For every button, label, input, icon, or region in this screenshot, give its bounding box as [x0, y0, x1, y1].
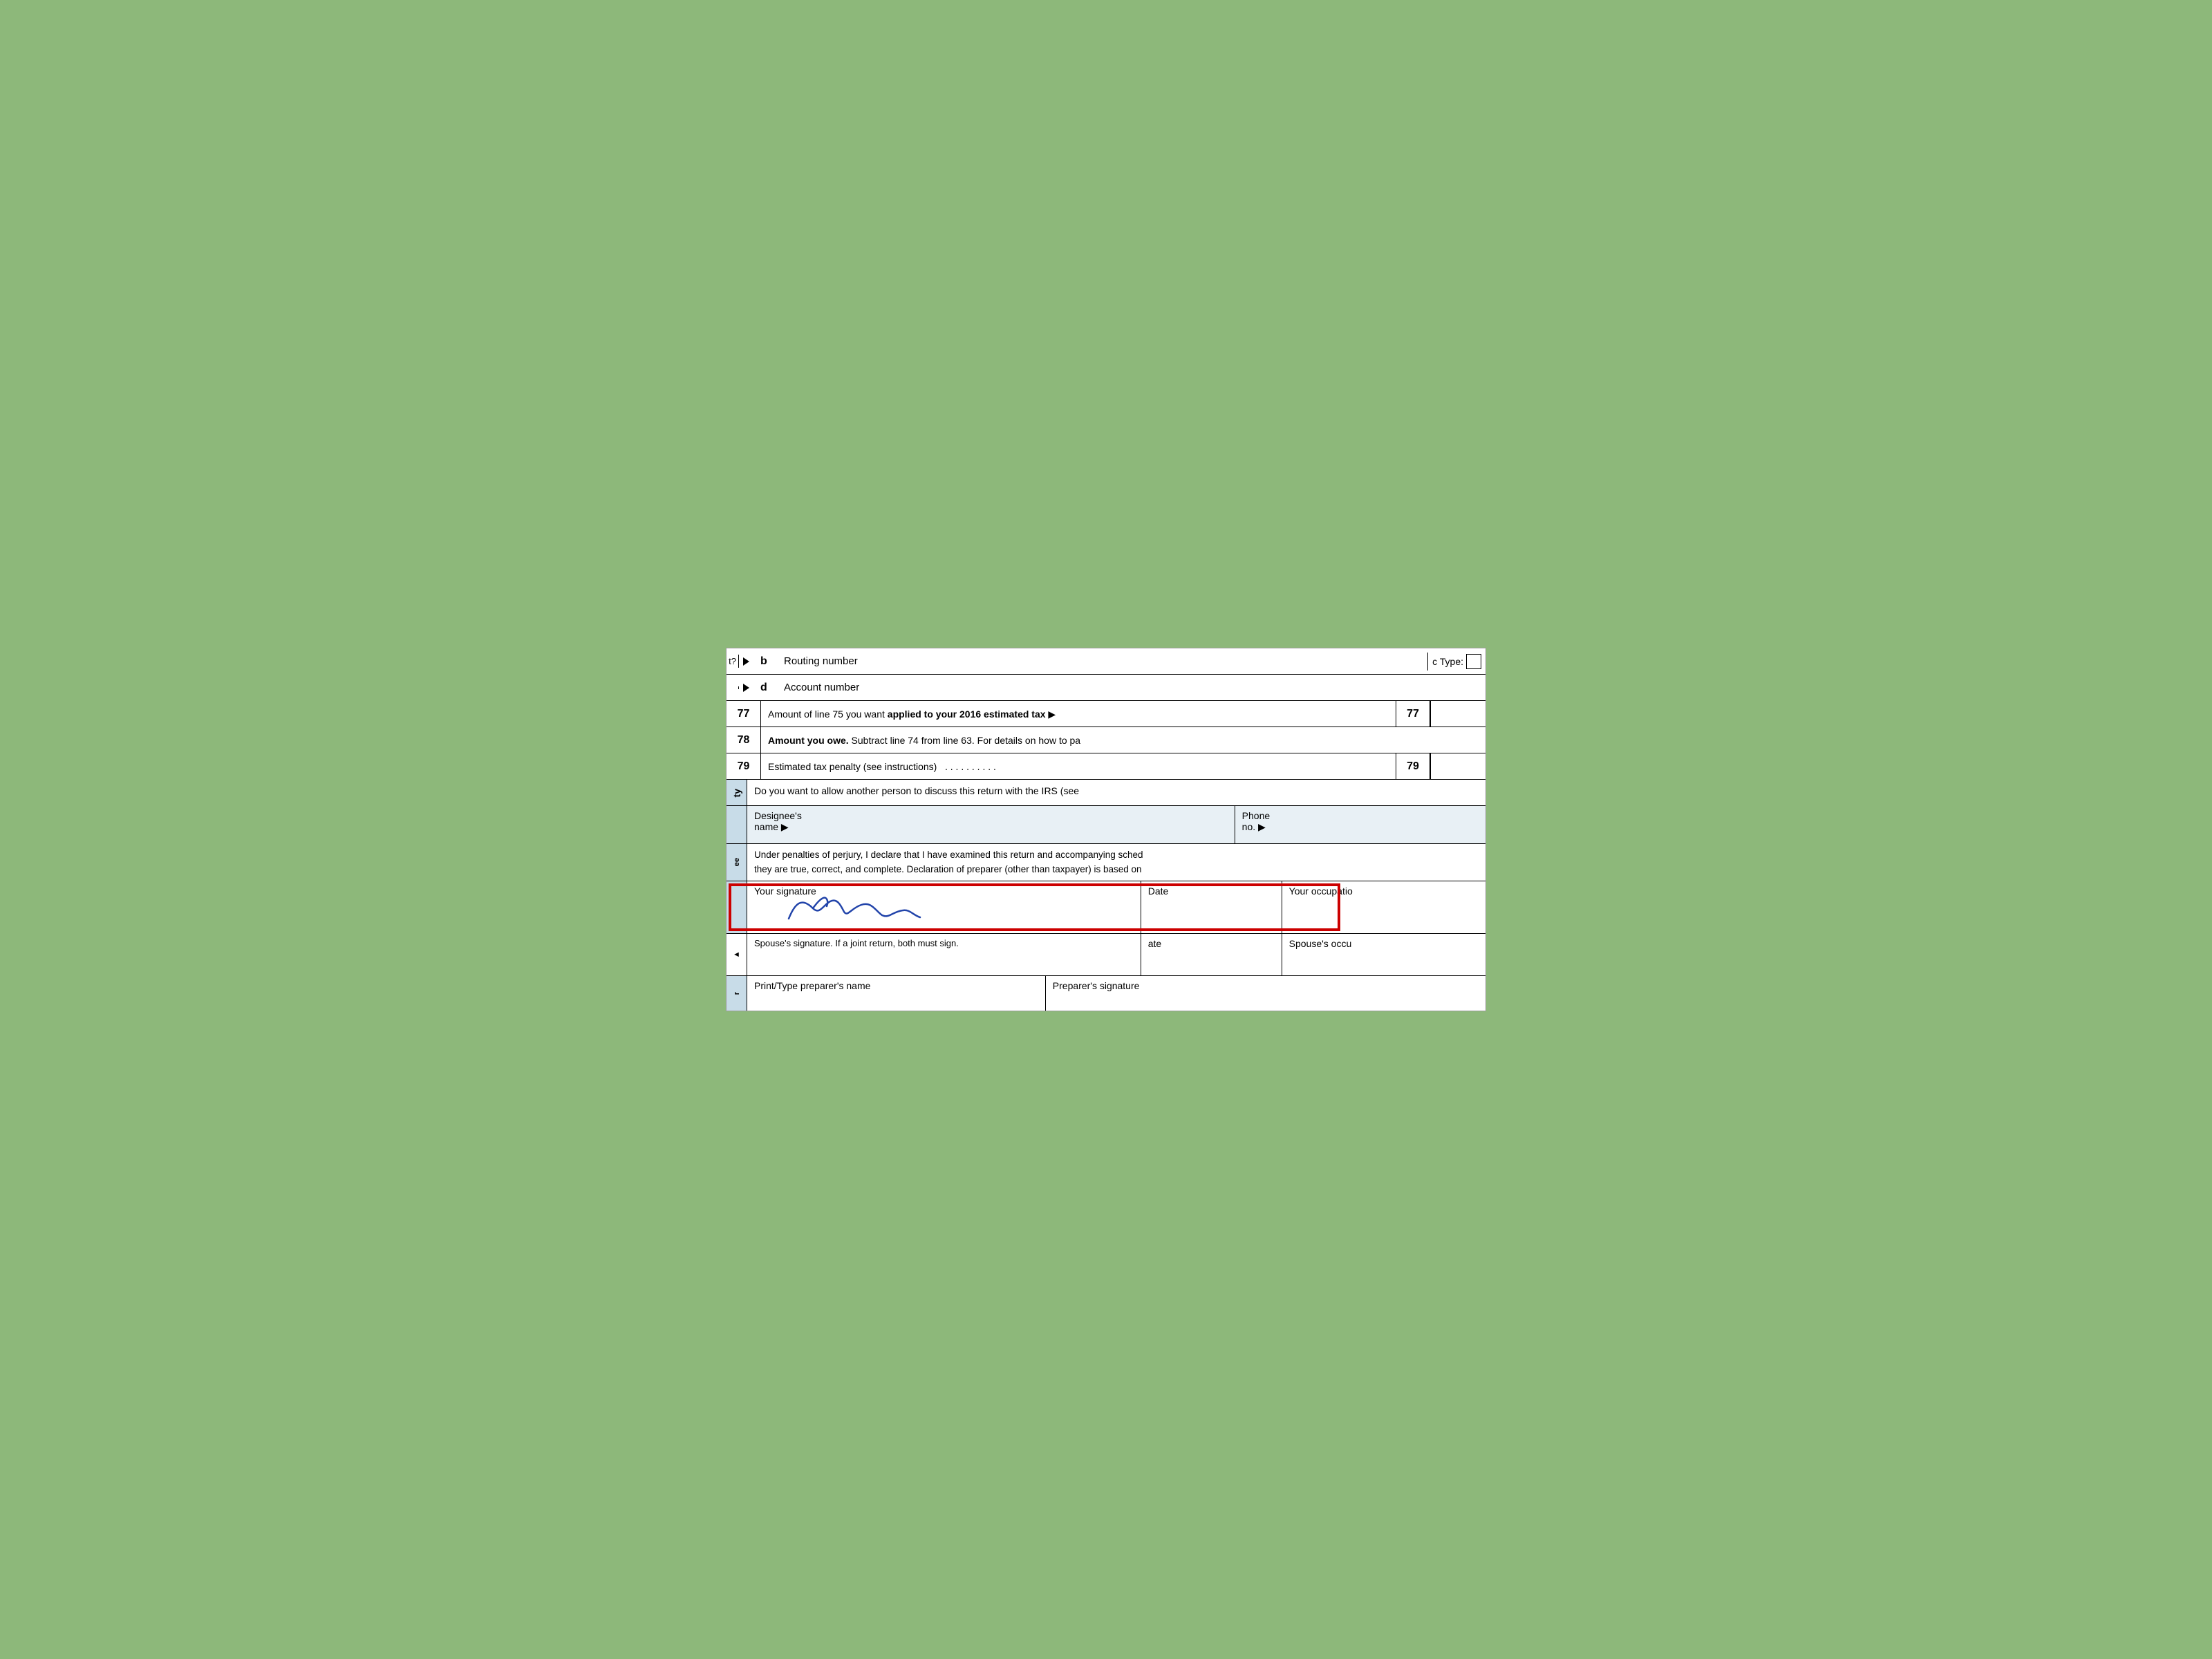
your-occupation-cell[interactable]: Your occupatio	[1282, 881, 1485, 933]
third-party-side-label: ty	[727, 780, 747, 805]
line-79-row: 79 Estimated tax penalty (see instructio…	[727, 753, 1485, 780]
line-79-desc: Estimated tax penalty (see instructions)…	[761, 753, 1396, 779]
spouse-occupation-cell[interactable]: Spouse's occu	[1282, 934, 1485, 975]
designee-arrow-icon: ▶	[781, 821, 789, 832]
designee-phone-label: Phoneno. ▶	[1242, 810, 1479, 833]
account-left-cut	[727, 686, 739, 689]
spouse-date-cell[interactable]: ate	[1141, 934, 1282, 975]
perjury-line1: Under penalties of perjury, I declare th…	[754, 848, 1479, 862]
occupation-label: Your occupatio	[1289, 885, 1353, 897]
line-77-text-start: Amount of line 75 you want applied to yo…	[768, 708, 1056, 720]
third-party-content: Do you want to allow another person to d…	[747, 780, 1485, 805]
line-78-desc: Amount you owe. Subtract line 74 from li…	[761, 727, 1485, 753]
tax-form: t? b Routing number	[726, 648, 1486, 1011]
line-78-bold: Amount you owe.	[768, 735, 849, 746]
line-78-row: 78 Amount you owe. Subtract line 74 from…	[727, 727, 1485, 753]
spouse-occ-label: Spouse's occu	[1289, 938, 1352, 949]
spouse-arrow-icon: ◄	[733, 950, 740, 959]
type-checkbox[interactable]	[1466, 654, 1481, 669]
line-77-bold: applied to your 2016 estimated tax	[888, 709, 1046, 720]
line-77-value[interactable]	[1430, 701, 1485, 727]
preparer-sig-label: Preparer's signature	[1053, 980, 1140, 991]
your-date-cell[interactable]: Date	[1141, 881, 1282, 933]
sign-side-label: ee	[727, 844, 747, 881]
spouse-date-label: ate	[1148, 938, 1161, 949]
type-label: c Type:	[1432, 656, 1463, 667]
line-77-num: 77	[727, 701, 761, 727]
third-party-row: ty Do you want to allow another person t…	[727, 780, 1485, 806]
spouse-signature-row: ◄ Spouse's signature. If a joint return,…	[727, 934, 1485, 976]
routing-label: Routing number	[777, 653, 1109, 670]
page-background: t? b Routing number	[0, 0, 2212, 1659]
spouse-side: ◄	[727, 934, 747, 975]
line-79-text: Estimated tax penalty (see instructions)…	[768, 760, 996, 773]
designee-name-label: Designee'sname ▶	[754, 810, 1228, 833]
account-arrow-icon	[743, 684, 749, 692]
spouse-sig-label: Spouse's signature. If a joint return, b…	[754, 938, 959, 948]
line-77-num-right: 77	[1396, 701, 1430, 727]
account-d-label: d	[756, 679, 777, 697]
account-label: Account number	[777, 679, 1098, 696]
preparer-name-cell[interactable]: Print/Type preparer's name	[747, 976, 1046, 1011]
arrow-icon	[743, 657, 749, 666]
routing-arrow	[739, 655, 756, 668]
line-78-text: Amount you owe. Subtract line 74 from li…	[768, 734, 1080, 747]
routing-number-row: t? b Routing number	[727, 648, 1485, 675]
line-79-num: 79	[727, 753, 761, 779]
line-79-num-right: 79	[1396, 753, 1430, 779]
line-77-row: 77 Amount of line 75 you want applied to…	[727, 701, 1485, 727]
your-signature-row: Your signature Date Your occupatio	[727, 881, 1485, 934]
your-sig-side	[727, 881, 747, 933]
perjury-text: Under penalties of perjury, I declare th…	[747, 844, 1485, 881]
designee-phone-cell[interactable]: Phoneno. ▶	[1235, 806, 1485, 843]
preparer-row: r Print/Type preparer's name Preparer's …	[727, 976, 1485, 1011]
account-arrow	[739, 681, 756, 695]
account-number-row: d Account number	[727, 675, 1485, 701]
signature-drawing	[782, 891, 934, 929]
perjury-header: ee Under penalties of perjury, I declare…	[727, 844, 1485, 881]
preparer-side: r	[727, 976, 747, 1011]
preparer-side-text: r	[733, 992, 741, 995]
routing-b-label: b	[756, 653, 777, 671]
line-79-value[interactable]	[1430, 753, 1485, 779]
phone-arrow-icon: ▶	[1258, 821, 1266, 832]
date-label: Date	[1148, 885, 1169, 897]
line-78-num: 78	[727, 727, 761, 753]
designee-row: Designee'sname ▶ Phoneno. ▶	[727, 806, 1485, 844]
preparer-name-label: Print/Type preparer's name	[754, 980, 870, 991]
sign-section: ee Under penalties of perjury, I declare…	[727, 844, 1485, 1011]
designee-name-cell[interactable]: Designee'sname ▶	[747, 806, 1235, 843]
sign-side-text: ee	[733, 858, 741, 866]
designee-side	[727, 806, 747, 843]
preparer-sig-cell[interactable]: Preparer's signature	[1046, 976, 1485, 1011]
type-section: c Type:	[1427, 653, 1485, 671]
perjury-line2: they are true, correct, and complete. De…	[754, 863, 1479, 877]
your-signature-cell[interactable]: Your signature	[747, 881, 1141, 933]
left-cut: t?	[727, 655, 739, 668]
spouse-signature-cell[interactable]: Spouse's signature. If a joint return, b…	[747, 934, 1141, 975]
line-77-desc: Amount of line 75 you want applied to yo…	[761, 701, 1396, 727]
third-party-label-text: ty	[731, 789, 742, 797]
